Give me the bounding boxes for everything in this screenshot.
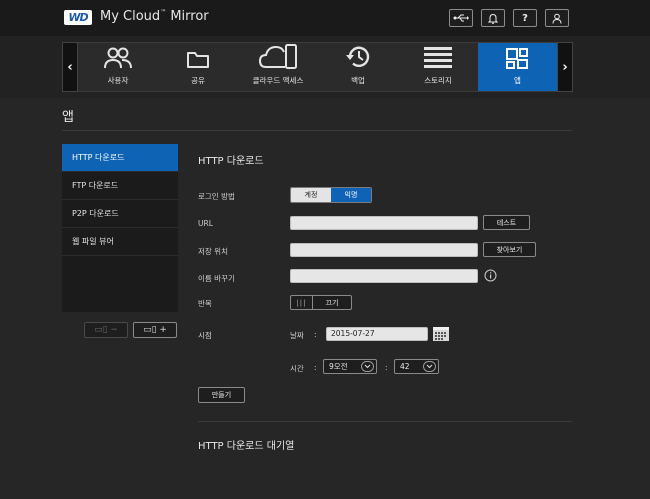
user-menu-button[interactable] xyxy=(545,9,569,27)
usb-button[interactable] xyxy=(449,9,473,27)
login-option-anonymous[interactable]: 익명 xyxy=(331,188,371,202)
help-icon: ? xyxy=(522,12,528,24)
nav-item-shares[interactable]: 공유 xyxy=(158,43,238,91)
user-icon xyxy=(552,13,562,24)
remove-app-label: ▭▯ − xyxy=(94,325,118,335)
browse-button[interactable]: 찾아보기 xyxy=(483,242,536,257)
chevron-down-icon xyxy=(423,361,436,372)
main-navigation: ‹ › 사용자 공유 클라우드 액세스 백업 스토리지 앱 xyxy=(0,36,650,98)
hour-select[interactable]: 9오전 xyxy=(323,359,377,374)
nav-label: 사용자 xyxy=(107,76,129,85)
hour-colon: : xyxy=(314,363,317,372)
nav-label: 백업 xyxy=(351,76,365,85)
nav-item-backup[interactable]: 백업 xyxy=(318,43,398,91)
nav-item-cloud-access[interactable]: 클라우드 액세스 xyxy=(238,43,318,91)
nav-label: 클라우드 액세스 xyxy=(252,76,304,85)
storage-icon xyxy=(423,45,453,75)
add-app-button[interactable]: ▭▯ + xyxy=(133,322,177,338)
hour-label: 시간 xyxy=(290,364,304,373)
brand-suffix: Mirror xyxy=(166,9,209,24)
nav-label: 앱 xyxy=(514,76,521,85)
rename-input[interactable] xyxy=(290,269,478,283)
product-name: My Cloud™ Mirror xyxy=(100,9,209,24)
save-location-input[interactable] xyxy=(290,243,478,257)
url-label: URL xyxy=(198,219,213,228)
notifications-button[interactable] xyxy=(481,9,505,27)
hour-value: 9오전 xyxy=(329,362,348,371)
wd-logo: WD xyxy=(64,10,92,25)
help-button[interactable]: ? xyxy=(513,9,537,27)
form-title: HTTP 다운로드 xyxy=(198,156,264,167)
login-method-toggle: 계정 익명 xyxy=(290,187,372,203)
cloud-device-icon xyxy=(258,43,298,75)
title-divider xyxy=(62,130,572,131)
add-app-label: ▭▯ + xyxy=(143,325,167,335)
nav-item-storage[interactable]: 스토리지 xyxy=(398,43,478,91)
url-input[interactable] xyxy=(290,216,478,230)
sidebar-item-p2p-download[interactable]: P2P 다운로드 xyxy=(62,200,178,228)
repeat-toggle-state: 끄기 xyxy=(325,298,339,307)
minute-value: 42 xyxy=(400,362,410,371)
nav-right-arrow[interactable]: › xyxy=(557,42,573,92)
test-button[interactable]: 테스트 xyxy=(483,215,530,230)
nav-label: 공유 xyxy=(191,76,205,85)
login-option-account[interactable]: 계정 xyxy=(291,188,331,202)
queue-divider xyxy=(198,421,572,422)
repeat-toggle-knob: ||| xyxy=(291,296,313,309)
login-method-label: 로그인 방법 xyxy=(198,192,235,201)
chevron-down-icon xyxy=(361,361,374,372)
bell-icon xyxy=(488,13,498,24)
date-label: 날짜 xyxy=(290,331,304,340)
remove-app-button[interactable]: ▭▯ − xyxy=(84,322,128,338)
nav-item-users[interactable]: 사용자 xyxy=(78,43,158,91)
queue-title: HTTP 다운로드 대기열 xyxy=(198,441,295,452)
apps-icon xyxy=(505,47,531,75)
brand-name: My Cloud xyxy=(100,9,161,24)
nav-items: 사용자 공유 클라우드 액세스 백업 스토리지 앱 xyxy=(78,42,557,92)
rename-label: 이름 바꾸기 xyxy=(198,274,235,283)
nav-label: 스토리지 xyxy=(424,76,452,85)
sidebar-item-http-download[interactable]: HTTP 다운로드 xyxy=(62,144,178,172)
save-location-label: 저장 위치 xyxy=(198,247,228,256)
minute-select[interactable]: 42 xyxy=(394,359,439,374)
history-icon xyxy=(345,45,371,75)
date-input[interactable]: 2015-07-27 xyxy=(326,327,428,341)
top-bar: WD My Cloud™ Mirror ? xyxy=(0,0,650,36)
folder-icon xyxy=(185,49,211,75)
info-icon[interactable] xyxy=(484,269,497,285)
app-sidebar: HTTP 다운로드 FTP 다운로드 P2P 다운로드 웹 파일 뷰어 xyxy=(62,144,178,312)
date-colon: : xyxy=(314,330,317,339)
create-button[interactable]: 만들기 xyxy=(198,387,245,403)
repeat-label: 반복 xyxy=(198,299,212,308)
sidebar-item-ftp-download[interactable]: FTP 다운로드 xyxy=(62,172,178,200)
users-icon xyxy=(103,47,133,75)
usb-icon xyxy=(453,14,469,22)
calendar-icon[interactable] xyxy=(432,325,450,345)
minute-colon: : xyxy=(385,363,388,372)
sidebar-item-web-file-viewer[interactable]: 웹 파일 뷰어 xyxy=(62,228,178,256)
repeat-toggle[interactable]: ||| 끄기 xyxy=(290,295,352,310)
page-title: 앱 xyxy=(62,110,74,125)
nav-item-apps[interactable]: 앱 xyxy=(478,43,557,91)
schedule-label: 시점 xyxy=(198,331,212,340)
nav-left-arrow[interactable]: ‹ xyxy=(62,42,78,92)
